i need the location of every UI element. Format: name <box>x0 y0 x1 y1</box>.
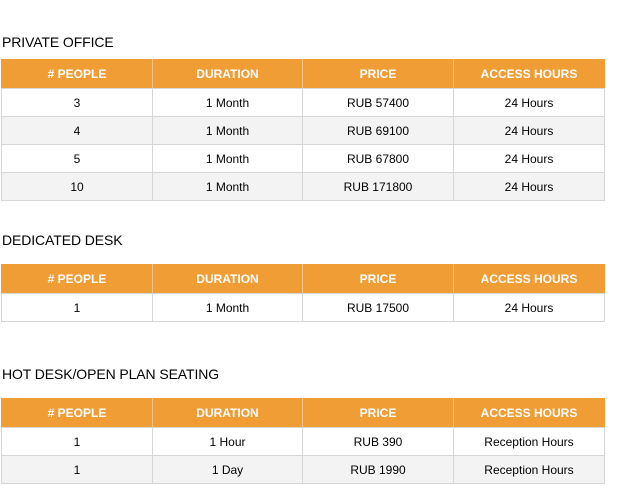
table-row: 3 1 Month RUB 57400 24 Hours <box>1 88 605 117</box>
cell-people: 1 <box>1 293 153 322</box>
table-row: 4 1 Month RUB 69100 24 Hours <box>1 116 605 145</box>
section-title-hot-desk: HOT DESK/OPEN PLAN SEATING <box>2 366 220 382</box>
cell-people: 1 <box>1 427 153 456</box>
private-office-table: # PEOPLE DURATION PRICE ACCESS HOURS 3 1… <box>1 59 605 201</box>
cell-access-hours: 24 Hours <box>453 144 605 173</box>
column-header-access-hours: ACCESS HOURS <box>453 398 605 428</box>
cell-duration: 1 Month <box>152 293 303 322</box>
cell-people: 5 <box>1 144 153 173</box>
table-row: 1 1 Day RUB 1990 Reception Hours <box>1 455 605 484</box>
cell-price: RUB 69100 <box>302 116 454 145</box>
cell-price: RUB 57400 <box>302 88 454 117</box>
column-header-people: # PEOPLE <box>1 59 153 89</box>
cell-people: 1 <box>1 455 153 484</box>
column-header-people: # PEOPLE <box>1 398 153 428</box>
cell-duration: 1 Hour <box>152 427 303 456</box>
cell-price: RUB 171800 <box>302 172 454 201</box>
column-header-duration: DURATION <box>152 398 303 428</box>
column-header-price: PRICE <box>302 59 454 89</box>
table-row: 5 1 Month RUB 67800 24 Hours <box>1 144 605 173</box>
cell-price: RUB 1990 <box>302 455 454 484</box>
cell-duration: 1 Day <box>152 455 303 484</box>
cell-people: 10 <box>1 172 153 201</box>
section-title-private-office: PRIVATE OFFICE <box>2 34 114 50</box>
cell-access-hours: 24 Hours <box>453 172 605 201</box>
section-title-dedicated-desk: DEDICATED DESK <box>2 232 123 248</box>
cell-access-hours: 24 Hours <box>453 116 605 145</box>
cell-people: 4 <box>1 116 153 145</box>
column-header-duration: DURATION <box>152 264 303 294</box>
cell-access-hours: 24 Hours <box>453 293 605 322</box>
hot-desk-table: # PEOPLE DURATION PRICE ACCESS HOURS 1 1… <box>1 398 605 484</box>
column-header-access-hours: ACCESS HOURS <box>453 264 605 294</box>
cell-duration: 1 Month <box>152 116 303 145</box>
table-header-row: # PEOPLE DURATION PRICE ACCESS HOURS <box>1 59 605 89</box>
dedicated-desk-table: # PEOPLE DURATION PRICE ACCESS HOURS 1 1… <box>1 264 605 322</box>
cell-people: 3 <box>1 88 153 117</box>
column-header-duration: DURATION <box>152 59 303 89</box>
column-header-access-hours: ACCESS HOURS <box>453 59 605 89</box>
cell-access-hours: Reception Hours <box>453 427 605 456</box>
column-header-people: # PEOPLE <box>1 264 153 294</box>
cell-price: RUB 17500 <box>302 293 454 322</box>
cell-price: RUB 390 <box>302 427 454 456</box>
cell-duration: 1 Month <box>152 88 303 117</box>
table-header-row: # PEOPLE DURATION PRICE ACCESS HOURS <box>1 264 605 294</box>
table-row: 1 1 Month RUB 17500 24 Hours <box>1 293 605 322</box>
table-row: 10 1 Month RUB 171800 24 Hours <box>1 172 605 201</box>
table-header-row: # PEOPLE DURATION PRICE ACCESS HOURS <box>1 398 605 428</box>
table-row: 1 1 Hour RUB 390 Reception Hours <box>1 427 605 456</box>
cell-price: RUB 67800 <box>302 144 454 173</box>
column-header-price: PRICE <box>302 264 454 294</box>
cell-duration: 1 Month <box>152 144 303 173</box>
cell-access-hours: 24 Hours <box>453 88 605 117</box>
cell-access-hours: Reception Hours <box>453 455 605 484</box>
column-header-price: PRICE <box>302 398 454 428</box>
cell-duration: 1 Month <box>152 172 303 201</box>
